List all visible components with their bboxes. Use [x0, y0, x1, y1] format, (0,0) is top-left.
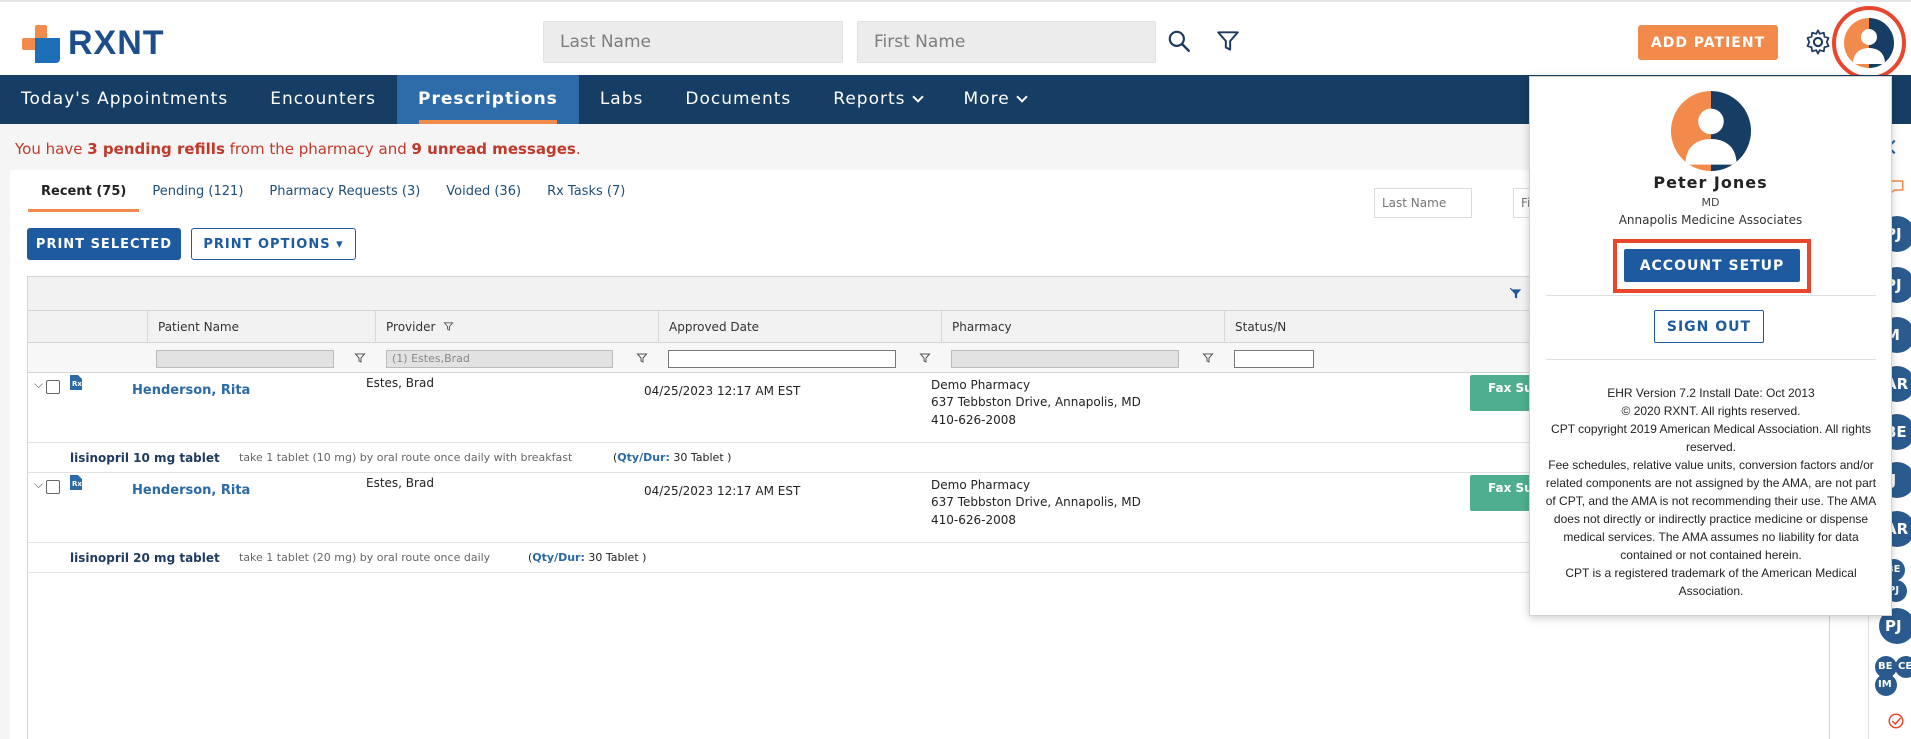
rail-user-badge[interactable]: IM: [1875, 674, 1897, 696]
add-patient-button[interactable]: ADD PATIENT: [1638, 25, 1778, 60]
nav-reports[interactable]: Reports: [812, 75, 942, 124]
tab-rx-tasks[interactable]: Rx Tasks (7): [534, 178, 638, 212]
user-credential: MD: [1701, 196, 1720, 209]
top-header: RXNT ADD PATIENT: [0, 4, 1911, 80]
gear-icon[interactable]: [1804, 28, 1832, 56]
pharmacy-address: 637 Tebbston Drive, Annapolis, MD: [931, 395, 1141, 409]
logo-plus-icon: [22, 24, 60, 63]
provider-name: Estes, Brad: [366, 476, 434, 490]
patient-name-link[interactable]: Henderson, Rita: [132, 383, 250, 398]
unread-messages-link[interactable]: 9 unread messages: [412, 140, 576, 158]
nav-prescriptions[interactable]: Prescriptions: [397, 75, 579, 124]
funnel-icon[interactable]: [354, 352, 366, 364]
nav-more[interactable]: More: [943, 75, 1047, 124]
provider-filter[interactable]: (1) Estes,Brad: [386, 350, 613, 368]
copyright-rxnt: © 2020 RXNT. All rights reserved.: [1621, 404, 1801, 418]
expand-chevron-icon[interactable]: ⌵: [34, 377, 43, 392]
row-checkbox[interactable]: [46, 380, 60, 394]
approved-date-filter[interactable]: [668, 350, 896, 368]
chevron-down-icon: [1016, 91, 1028, 103]
approved-date: 04/25/2023 12:17 AM EST: [644, 484, 801, 498]
user-avatar-button[interactable]: [1832, 6, 1906, 80]
user-menu-dropdown: Peter Jones MD Annapolis Medicine Associ…: [1529, 76, 1892, 616]
svg-text:Rx: Rx: [72, 480, 82, 488]
user-avatar-icon: [1671, 91, 1751, 171]
rxnt-logo[interactable]: RXNT: [22, 24, 165, 63]
pharmacy-phone: 410-626-2008: [931, 513, 1017, 527]
column-approved-date[interactable]: Approved Date: [658, 311, 941, 343]
pending-refills-link[interactable]: 3 pending refills: [87, 140, 225, 158]
divider: [1546, 359, 1876, 360]
clear-filter-icon[interactable]: [1509, 287, 1523, 301]
qty-duration: (Qty/Dur: 30 Tablet ): [528, 551, 647, 564]
svg-text:Rx: Rx: [72, 380, 82, 388]
print-selected-button[interactable]: PRINT SELECTED: [27, 228, 181, 260]
divider: [1546, 295, 1876, 296]
filter-last-name-input[interactable]: [1374, 188, 1472, 218]
funnel-icon[interactable]: [636, 352, 648, 364]
legal-notice: EHR Version 7.2 Install Date: Oct 2013 ©…: [1544, 384, 1878, 600]
tab-voided[interactable]: Voided (36): [433, 178, 534, 212]
tab-recent[interactable]: Recent (75): [28, 178, 140, 212]
funnel-icon[interactable]: [1202, 352, 1214, 364]
qty-duration: (Qty/Dur: 30 Tablet ): [613, 451, 732, 464]
user-avatar-icon: [1844, 18, 1894, 68]
version-info: EHR Version 7.2 Install Date: Oct 2013: [1607, 386, 1815, 400]
approved-date: 04/25/2023 12:17 AM EST: [644, 384, 801, 398]
filter-icon[interactable]: [1215, 28, 1241, 54]
rx-document-icon: Rx: [70, 375, 82, 390]
funnel-icon: [443, 322, 454, 331]
pharmacy-name: Demo Pharmacy: [931, 378, 1031, 392]
print-options-button[interactable]: PRINT OPTIONS ▾: [191, 228, 356, 260]
sign-out-button[interactable]: SIGN OUT: [1654, 310, 1764, 343]
expand-chevron-icon[interactable]: ⌵: [34, 477, 43, 492]
prescription-tabs: Recent (75) Pending (121) Pharmacy Reque…: [28, 178, 638, 212]
app-root: RXNT ADD PATIENT: [0, 0, 1911, 739]
user-name: Peter Jones: [1653, 173, 1768, 192]
pending-alert: You have 3 pending refills from the phar…: [15, 140, 581, 158]
column-pharmacy[interactable]: Pharmacy: [941, 311, 1224, 343]
column-status[interactable]: Status/N: [1224, 311, 1314, 343]
cpt-trademark: CPT is a registered trademark of the Ame…: [1565, 566, 1857, 598]
patient-name-link[interactable]: Henderson, Rita: [132, 483, 250, 498]
nav-documents[interactable]: Documents: [664, 75, 812, 124]
tab-pharmacy-requests[interactable]: Pharmacy Requests (3): [256, 178, 433, 212]
pharmacy-phone: 410-626-2008: [931, 413, 1017, 427]
nav-encounters[interactable]: Encounters: [249, 75, 397, 124]
patient-last-name-input[interactable]: [543, 21, 843, 63]
funnel-icon[interactable]: [919, 352, 931, 364]
patient-first-name-input[interactable]: [857, 21, 1156, 63]
nav-labs[interactable]: Labs: [579, 75, 665, 124]
drug-name: lisinopril 10 mg tablet: [70, 451, 220, 465]
column-patient-name[interactable]: Patient Name: [147, 311, 375, 343]
rail-user-badge[interactable]: CE: [1895, 656, 1911, 678]
provider-name: Estes, Brad: [366, 376, 434, 390]
drug-sig: take 1 tablet (10 mg) by oral route once…: [239, 451, 573, 464]
task-check-icon[interactable]: [1887, 712, 1905, 730]
chevron-down-icon: [911, 91, 924, 103]
ama-disclaimer: Fee schedules, relative value units, con…: [1545, 458, 1877, 562]
rx-document-icon: Rx: [70, 475, 82, 490]
status-filter[interactable]: [1234, 350, 1314, 368]
column-provider[interactable]: Provider: [375, 311, 658, 343]
pharmacy-filter[interactable]: [951, 350, 1179, 368]
pharmacy-address: 637 Tebbston Drive, Annapolis, MD: [931, 495, 1141, 509]
logo-text: RXNT: [68, 24, 165, 62]
drug-sig: take 1 tablet (20 mg) by oral route once…: [239, 551, 491, 564]
tab-pending[interactable]: Pending (121): [139, 178, 256, 212]
nav-todays-appointments[interactable]: Today's Appointments: [0, 75, 249, 124]
user-organization: Annapolis Medicine Associates: [1618, 213, 1803, 227]
pharmacy-name: Demo Pharmacy: [931, 478, 1031, 492]
drug-name: lisinopril 20 mg tablet: [70, 551, 220, 565]
account-setup-button[interactable]: ACCOUNT SETUP: [1624, 249, 1800, 282]
search-icon[interactable]: [1166, 28, 1192, 54]
patient-name-filter[interactable]: [156, 350, 334, 368]
copyright-cpt: CPT copyright 2019 American Medical Asso…: [1551, 422, 1871, 454]
row-checkbox[interactable]: [46, 480, 60, 494]
